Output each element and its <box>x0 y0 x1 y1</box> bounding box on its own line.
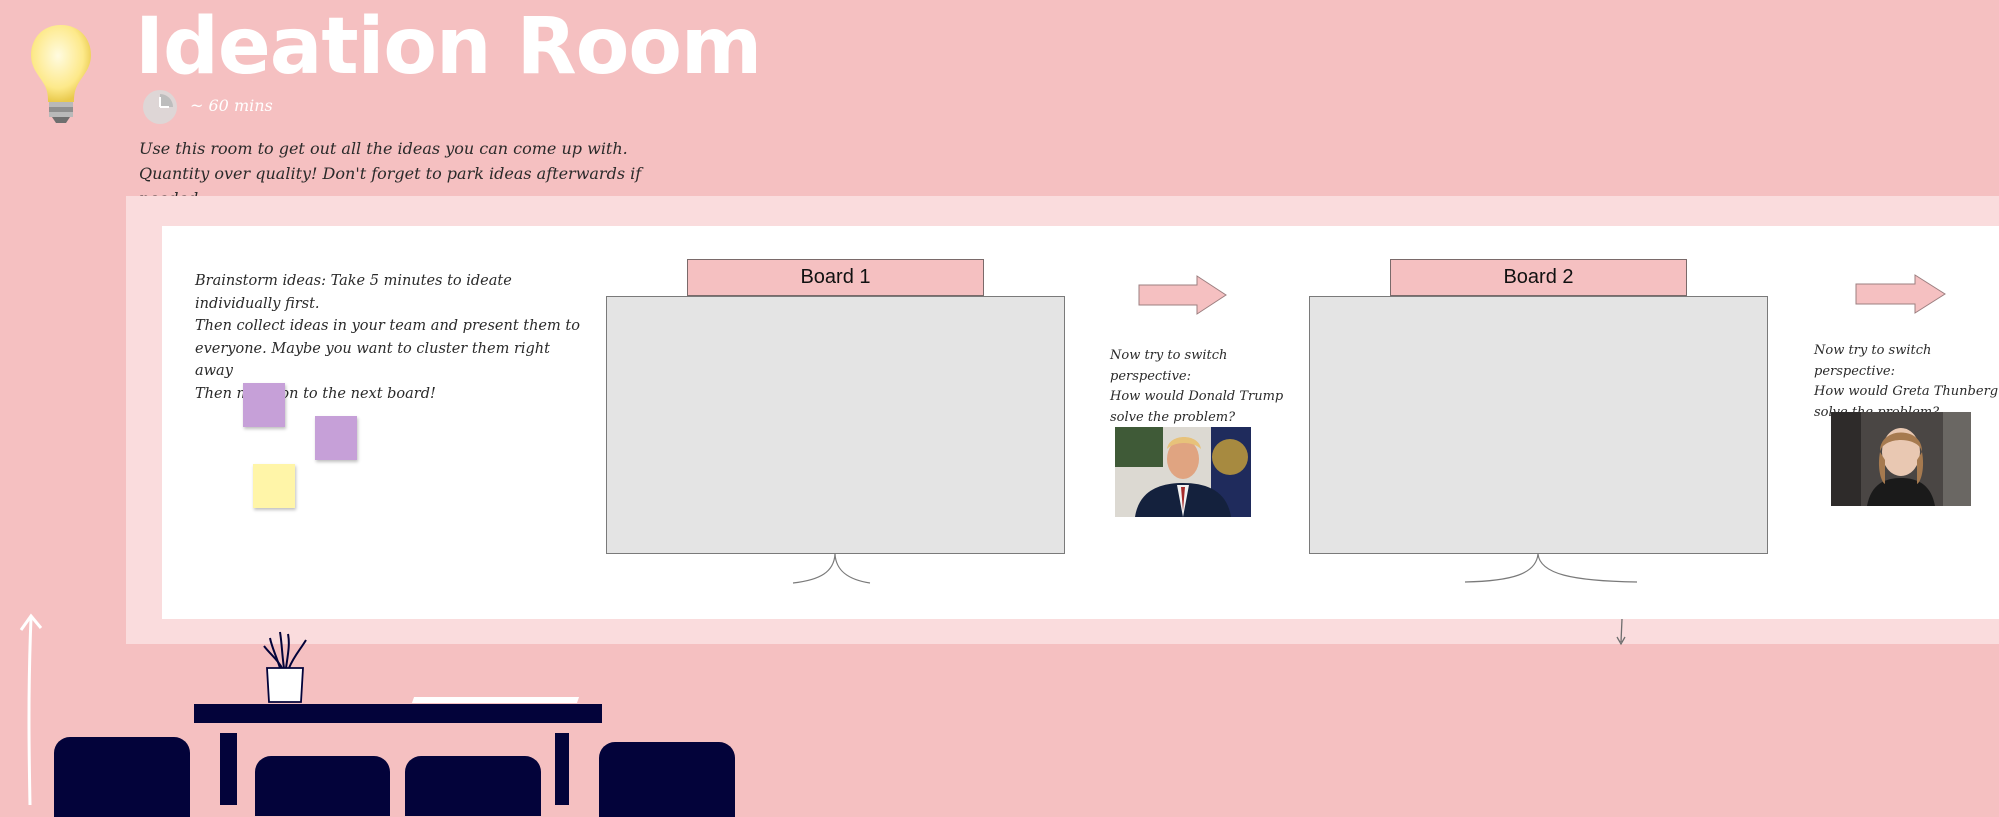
perspective-line: solve the problem? <box>1110 409 1236 425</box>
perspective-prompt-2: Now try to switch perspective: How would… <box>1814 341 1999 423</box>
sticky-note-yellow[interactable] <box>253 464 295 508</box>
instruction-line: Then collect ideas in your team and pres… <box>195 318 580 334</box>
chair <box>54 737 190 817</box>
arrow-right-icon <box>1855 274 1946 314</box>
page-title: Ideation Room <box>135 2 762 92</box>
chair <box>599 742 735 817</box>
board-2-stand <box>1464 553 1638 583</box>
desk-leg <box>555 733 569 805</box>
instruction-line: Brainstorm ideas: Take 5 minutes to idea… <box>195 273 512 312</box>
perspective-line: Now try to switch perspective: <box>1110 348 1228 384</box>
board-1-stand <box>792 553 871 584</box>
chair <box>405 756 541 816</box>
desk-leg <box>220 733 237 805</box>
instruction-line: everyone. Maybe you want to cluster them… <box>195 340 550 380</box>
arrow-right-icon <box>1138 275 1227 315</box>
desk-paper <box>411 697 580 703</box>
board-1-label[interactable]: Board 1 <box>687 259 984 296</box>
duration-label: ~ 60 mins <box>190 96 273 115</box>
board-2[interactable] <box>1309 296 1768 554</box>
lightbulb-icon <box>31 25 91 123</box>
perspective-prompt-1: Now try to switch perspective: How would… <box>1110 346 1300 428</box>
pointer-arrow-icon <box>1616 618 1626 646</box>
portrait-photo[interactable] <box>1831 412 1971 506</box>
sticky-note-purple[interactable] <box>315 416 357 460</box>
arrow-up-icon <box>19 613 43 805</box>
perspective-line: Now try to switch perspective: <box>1814 343 1932 379</box>
board-1[interactable] <box>606 296 1065 554</box>
clock-icon <box>143 90 177 124</box>
sticky-note-purple[interactable] <box>243 383 285 427</box>
desk-top <box>194 704 602 723</box>
perspective-line: How would Greta Thunberg <box>1814 384 1999 399</box>
plant-pot-icon <box>263 631 307 703</box>
chair <box>255 756 390 816</box>
perspective-line: How would Donald Trump <box>1110 389 1284 404</box>
board-2-label[interactable]: Board 2 <box>1390 259 1687 296</box>
portrait-photo[interactable] <box>1115 427 1251 517</box>
